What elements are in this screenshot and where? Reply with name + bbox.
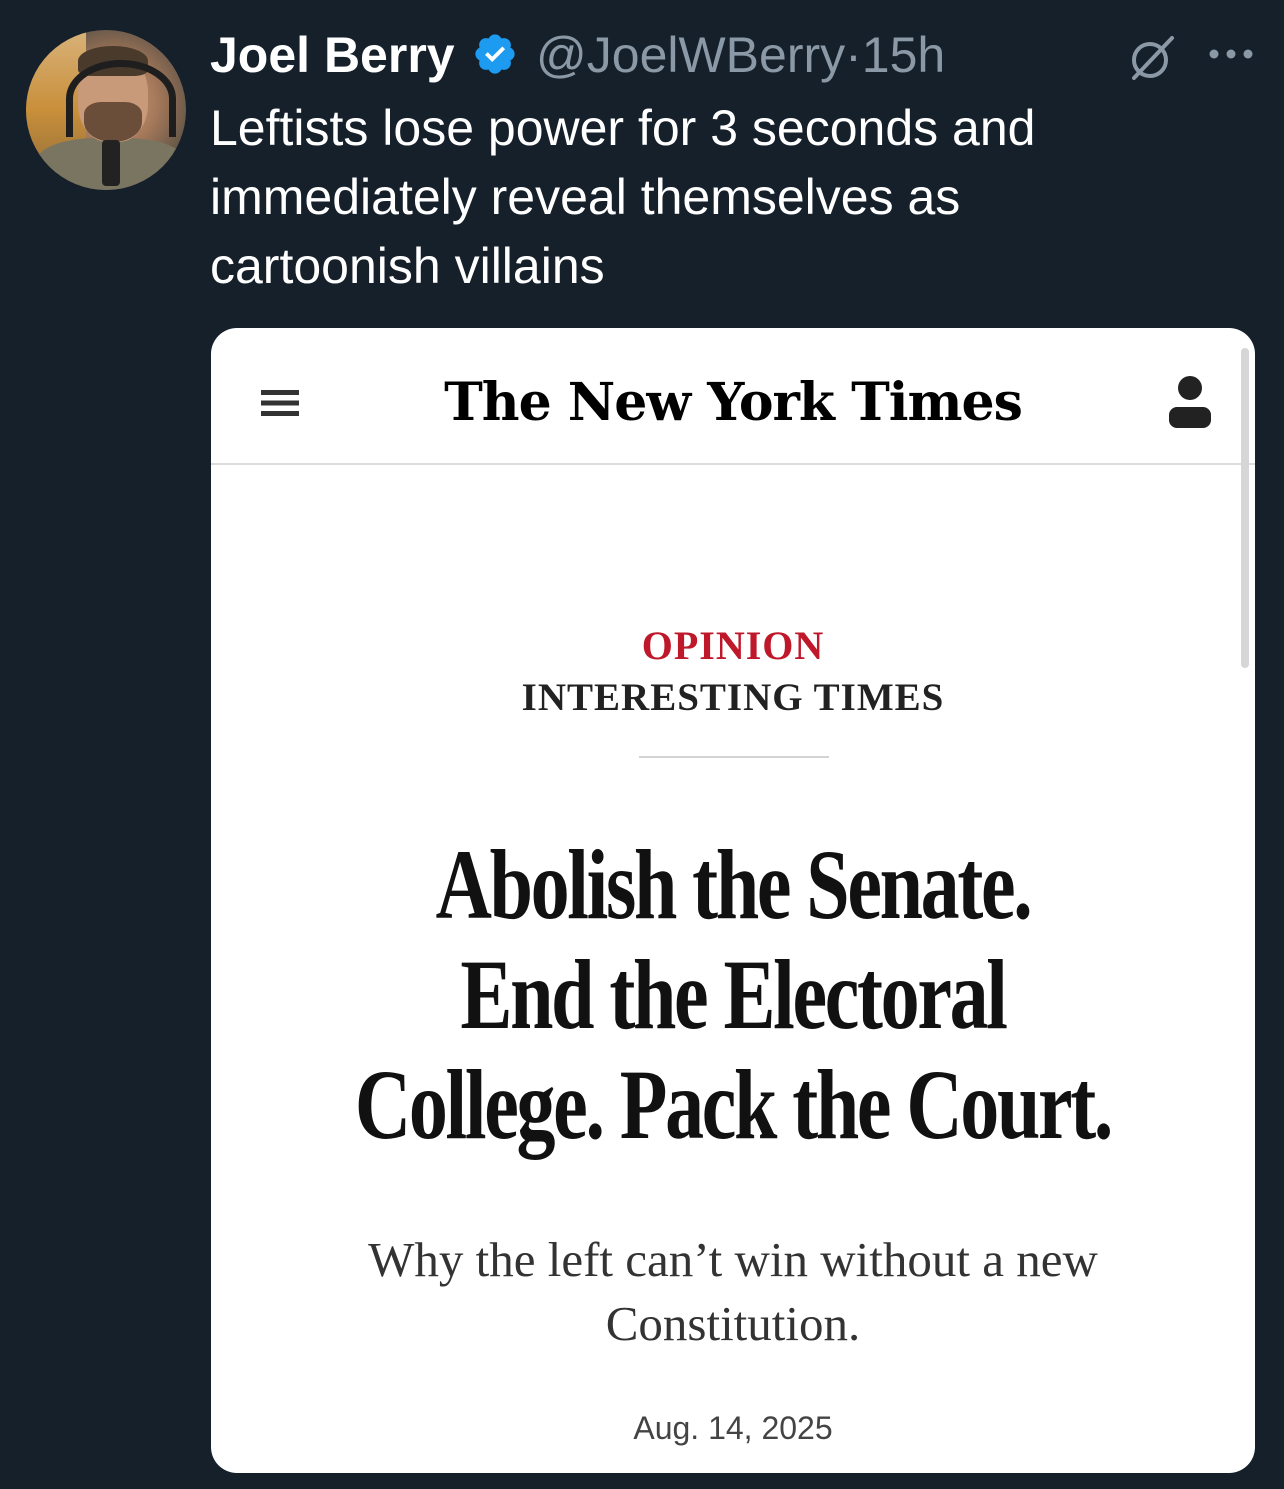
nyt-masthead: The New York Times <box>444 372 1023 433</box>
headline-line: End the Electoral <box>460 939 1008 1050</box>
nyt-header: The New York Times <box>211 328 1255 465</box>
scrollbar[interactable] <box>1241 348 1249 668</box>
tweet-text-line: cartoonish villains <box>210 238 605 294</box>
tweet-text-line: Leftists lose power for 3 seconds and <box>210 100 1036 156</box>
column-name: INTERESTING TIMES <box>521 676 945 719</box>
verified-badge-icon <box>475 34 515 74</box>
media-card[interactable]: The New York Times OPINION INTERESTING T… <box>211 328 1255 1473</box>
account-icon[interactable] <box>1167 374 1213 430</box>
avatar-microphone <box>102 140 120 186</box>
divider <box>639 756 829 758</box>
avatar[interactable] <box>26 30 186 190</box>
article-date: Aug. 14, 2025 <box>633 1410 833 1446</box>
separator-dot: · <box>845 27 862 83</box>
tweet-text-line: immediately reveal themselves as <box>210 169 961 225</box>
section-kicker: OPINION <box>641 623 825 668</box>
headline-line: Abolish the Senate. <box>435 829 1033 940</box>
article-headline: Abolish the Senate. End the Electoral Co… <box>211 830 1255 1160</box>
grok-icon[interactable] <box>1126 32 1178 84</box>
timestamp[interactable]: 15h <box>862 27 945 83</box>
tweet-text: Leftists lose power for 3 seconds and im… <box>210 94 1250 301</box>
article-dek: Why the left can’t win without a new Con… <box>211 1228 1255 1356</box>
dek-line: Why the left can’t win without a new <box>368 1232 1098 1287</box>
avatar-headphones <box>66 60 176 137</box>
author-handle-and-time[interactable]: @JoelWBerry·15h <box>536 24 945 86</box>
more-options-icon[interactable] <box>1208 44 1254 64</box>
author-name[interactable]: Joel Berry <box>210 24 455 86</box>
headline-line: College. Pack the Court. <box>354 1049 1114 1160</box>
dek-line: Constitution. <box>605 1296 861 1351</box>
author-handle[interactable]: @JoelWBerry <box>536 27 845 83</box>
